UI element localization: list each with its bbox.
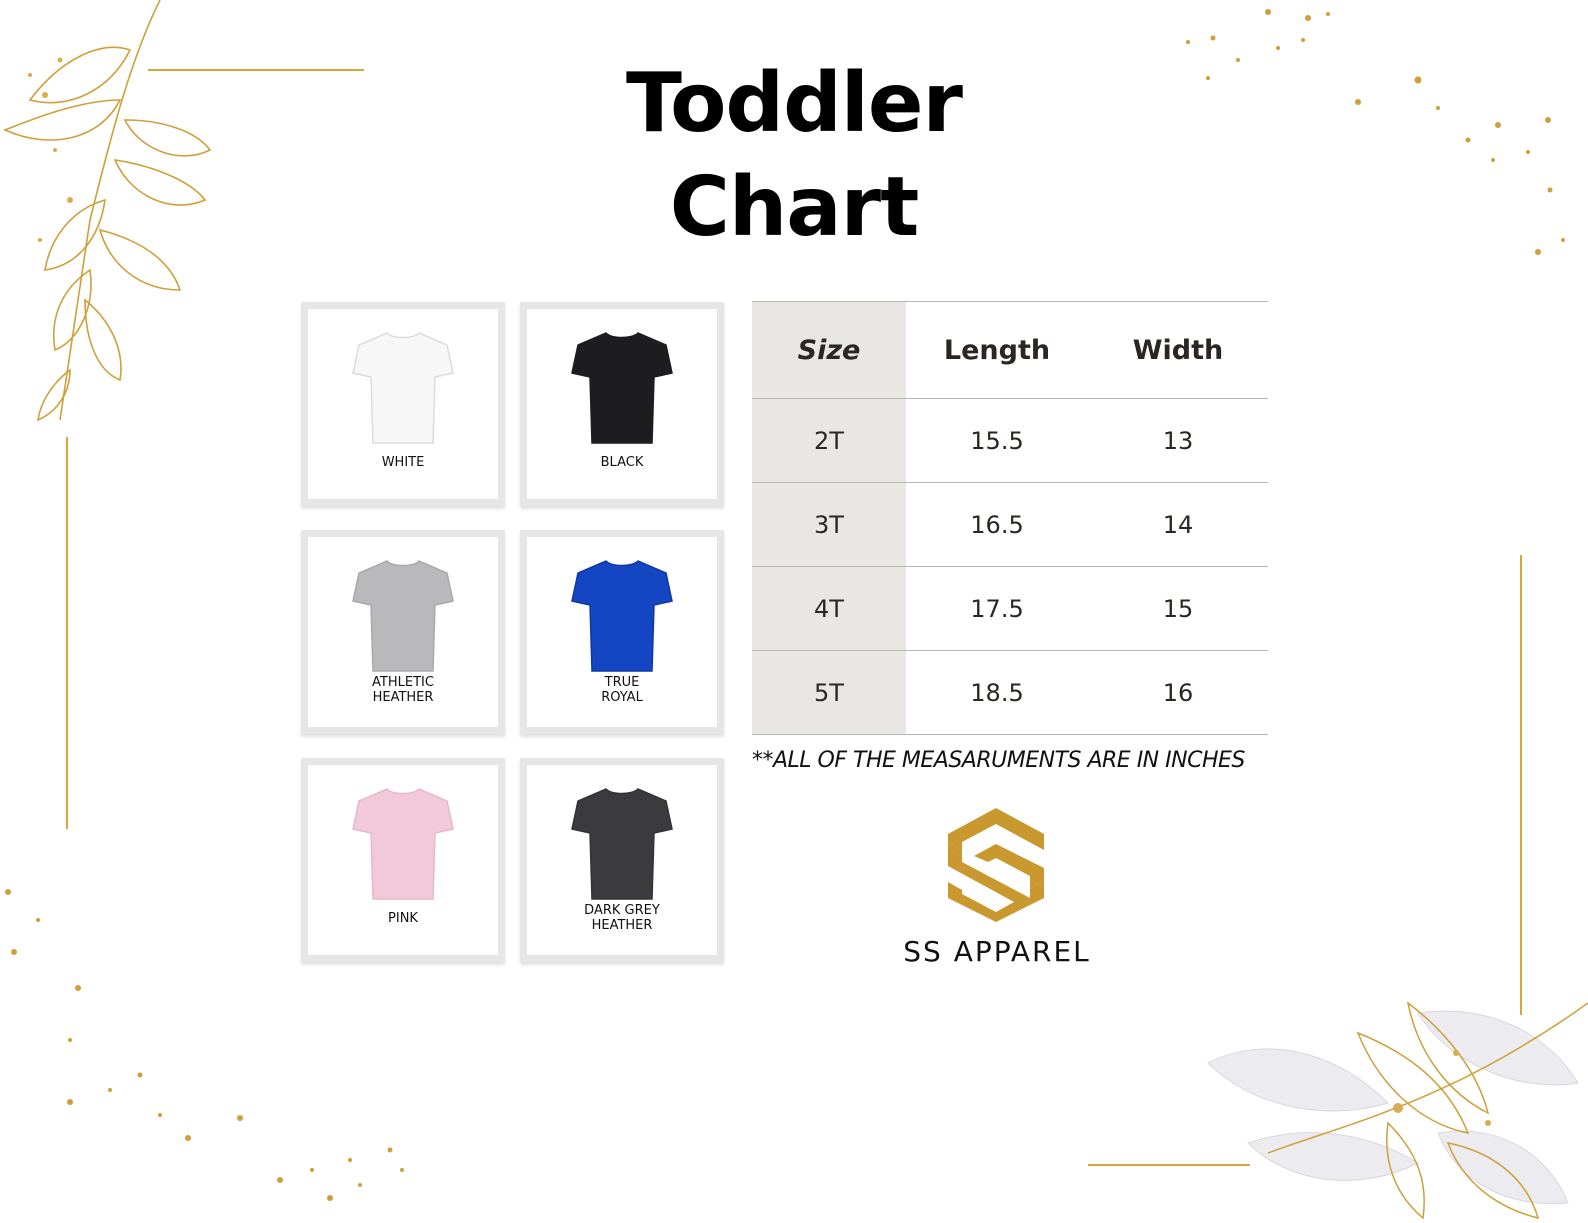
swatch-card: PINK <box>301 758 505 962</box>
table-row: 2T 15.5 13 <box>752 398 1268 483</box>
cell-width: 16 <box>1088 650 1268 735</box>
tshirt-icon <box>352 560 454 672</box>
tshirt-icon <box>571 560 673 672</box>
table-row: 4T 17.5 15 <box>752 566 1268 651</box>
swatch-card: TRUE ROYAL <box>520 530 724 734</box>
cell-size: 2T <box>752 398 906 483</box>
swatch-card: BLACK <box>520 302 724 506</box>
swatch-label: BLACK <box>600 455 644 470</box>
swatch-label: PINK <box>388 911 418 926</box>
size-table: Size Length Width 2T 15.5 13 3T 16.5 14 … <box>752 301 1268 735</box>
tshirt-icon <box>571 788 673 900</box>
swatch-label: WHITE <box>381 455 425 470</box>
cell-length: 15.5 <box>906 398 1088 483</box>
header-length: Length <box>906 301 1088 399</box>
cell-size: 5T <box>752 650 906 735</box>
header-width: Width <box>1088 301 1268 399</box>
title-line-2: Chart <box>669 160 920 255</box>
page-title: Toddler Chart <box>0 52 1588 260</box>
cell-size: 3T <box>752 482 906 567</box>
gold-line-left <box>66 437 68 829</box>
title-line-1: Toddler <box>626 56 963 151</box>
cell-length: 16.5 <box>906 482 1088 567</box>
ss-apparel-logo-icon <box>948 808 1044 922</box>
tshirt-icon <box>352 788 454 900</box>
cell-width: 13 <box>1088 398 1268 483</box>
swatch-card: WHITE <box>301 302 505 506</box>
swatch-card: DARK GREY HEATHER <box>520 758 724 962</box>
swatch-label: ATHLETIC HEATHER <box>372 675 434 705</box>
brand-name: SS APPAREL <box>903 935 1091 968</box>
cell-size: 4T <box>752 566 906 651</box>
cell-width: 15 <box>1088 566 1268 651</box>
swatch-label: TRUE ROYAL <box>601 675 643 705</box>
swatch-label: DARK GREY HEATHER <box>584 903 660 933</box>
table-row: 3T 16.5 14 <box>752 482 1268 567</box>
table-header-row: Size Length Width <box>752 301 1268 399</box>
tshirt-icon <box>352 332 454 444</box>
header-size: Size <box>752 301 906 399</box>
gold-line-right <box>1520 555 1522 1015</box>
cell-width: 14 <box>1088 482 1268 567</box>
cell-length: 18.5 <box>906 650 1088 735</box>
tshirt-icon <box>571 332 673 444</box>
swatch-card: ATHLETIC HEATHER <box>301 530 505 734</box>
measurement-note: **ALL OF THE MEASARUMENTS ARE IN INCHES <box>752 748 1245 773</box>
gold-leaf-decoration-bottom-right <box>1207 1001 1588 1220</box>
cell-length: 17.5 <box>906 566 1088 651</box>
table-row: 5T 18.5 16 <box>752 650 1268 735</box>
